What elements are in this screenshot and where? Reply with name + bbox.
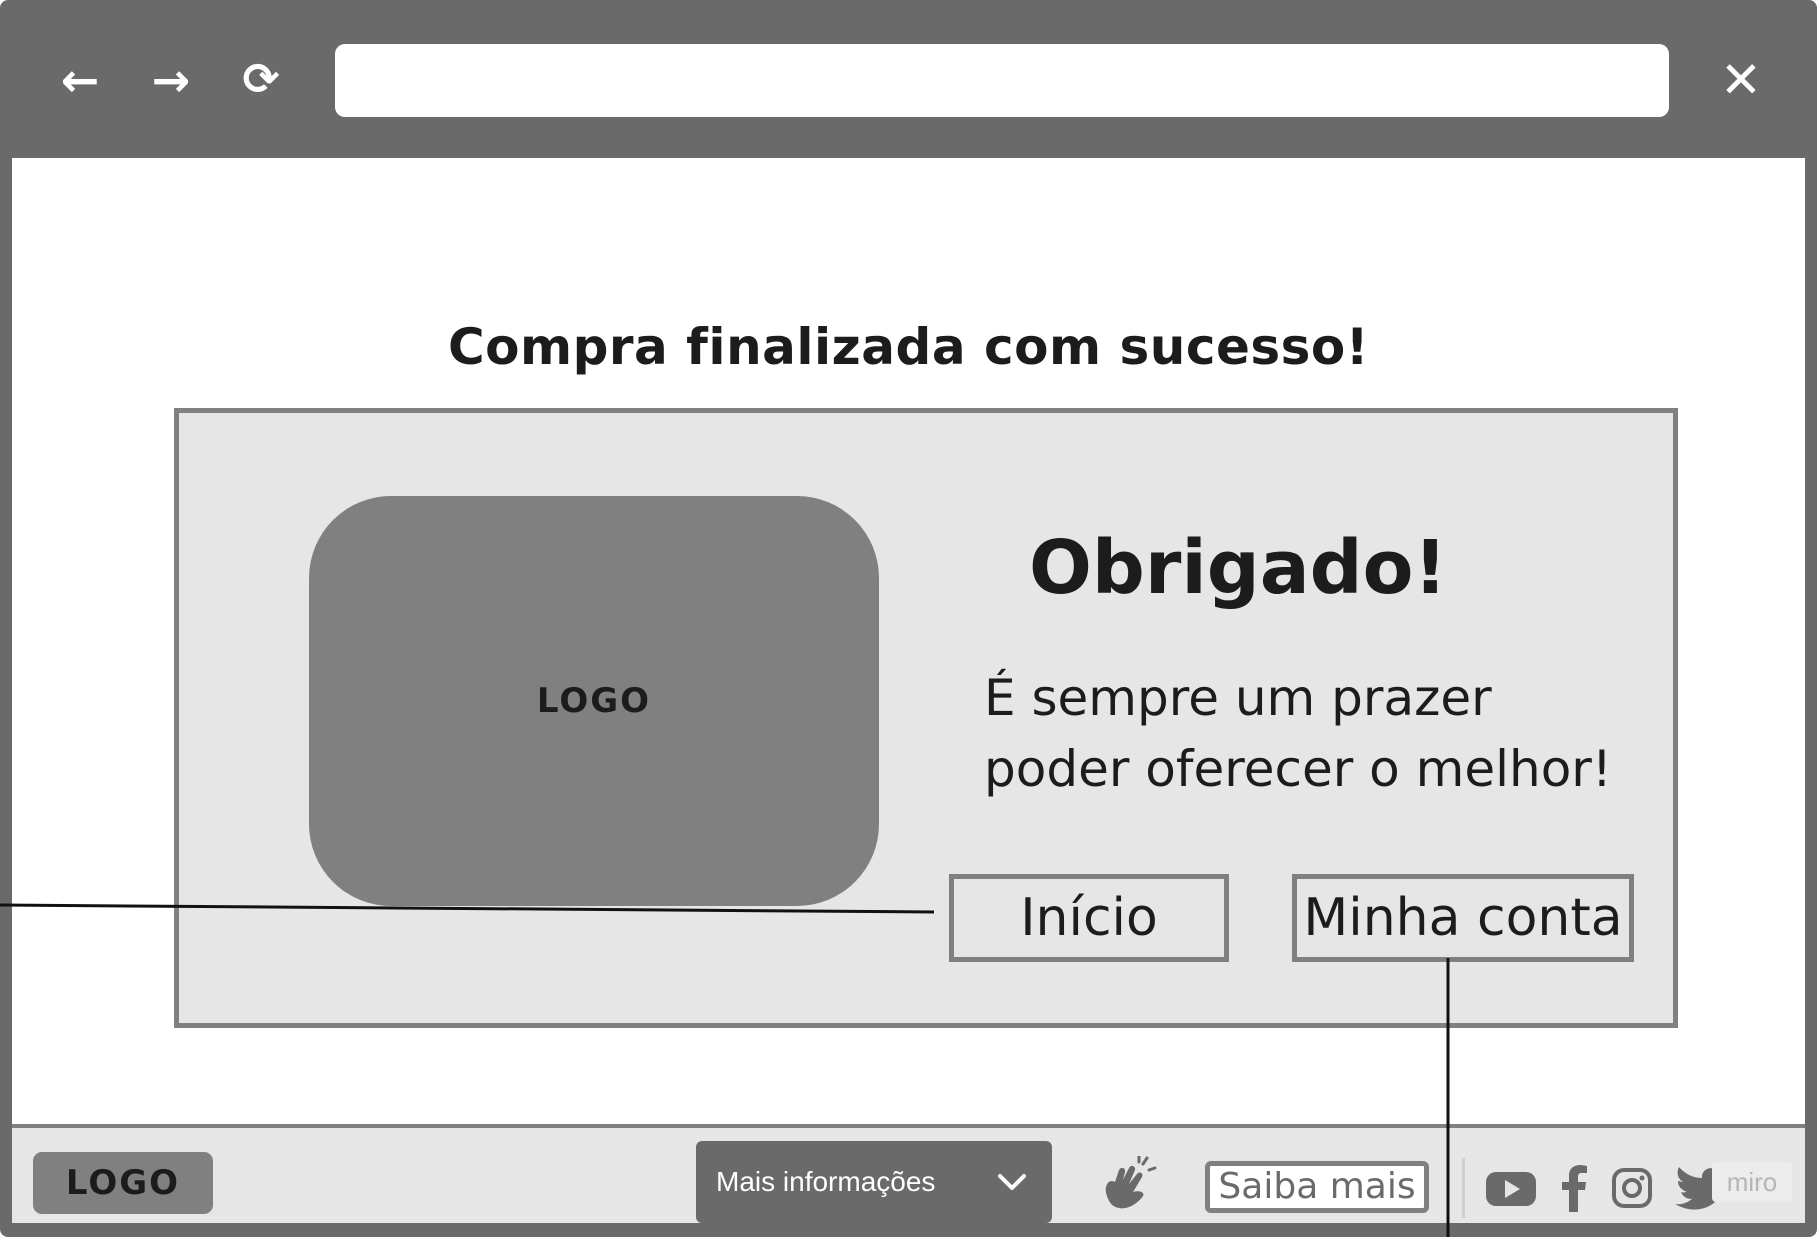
back-arrow-icon[interactable]: ← (52, 52, 108, 108)
message-line-2: poder oferecer o melhor! (984, 740, 1612, 798)
learn-more-button[interactable]: Saiba mais (1205, 1161, 1429, 1213)
my-account-button[interactable]: Minha conta (1292, 874, 1634, 962)
accessibility-hands-icon[interactable] (1099, 1156, 1157, 1214)
page-viewport: Compra finalizada com sucesso! LOGO Obri… (12, 158, 1805, 1223)
chevron-down-icon (998, 1174, 1026, 1190)
close-icon[interactable]: ✕ (1713, 52, 1769, 108)
more-info-dropdown[interactable]: Mais informações (696, 1141, 1052, 1223)
home-button[interactable]: Início (949, 874, 1229, 962)
footer-divider (1462, 1158, 1465, 1218)
youtube-icon[interactable] (1484, 1164, 1538, 1212)
forward-arrow-icon[interactable]: → (143, 52, 199, 108)
miro-watermark: miro (1712, 1162, 1792, 1202)
footer-logo: LOGO (33, 1152, 213, 1214)
address-bar[interactable] (335, 44, 1669, 117)
confirmation-card: LOGO Obrigado! É sempre um prazer poder … (174, 408, 1678, 1028)
message-line-1: É sempre um prazer (984, 669, 1492, 727)
footer-logo-label: LOGO (65, 1163, 181, 1203)
instagram-icon[interactable] (1610, 1164, 1654, 1212)
thanks-message: É sempre um prazer poder oferecer o melh… (984, 663, 1644, 805)
page-title: Compra finalizada com sucesso! (447, 318, 1370, 376)
logo-label: LOGO (536, 681, 652, 721)
thanks-heading: Obrigado! (1029, 525, 1448, 611)
browser-toolbar: ← → ⟳ ✕ (0, 0, 1817, 156)
reload-icon[interactable]: ⟳ (233, 52, 289, 108)
page-footer: LOGO Mais informações Saiba mais miro (12, 1124, 1805, 1223)
dropdown-label: Mais informações (716, 1166, 936, 1197)
facebook-icon[interactable] (1557, 1164, 1589, 1212)
browser-window: ← → ⟳ ✕ Compra finalizada com sucesso! L… (0, 0, 1817, 1237)
logo-placeholder: LOGO (309, 496, 879, 906)
